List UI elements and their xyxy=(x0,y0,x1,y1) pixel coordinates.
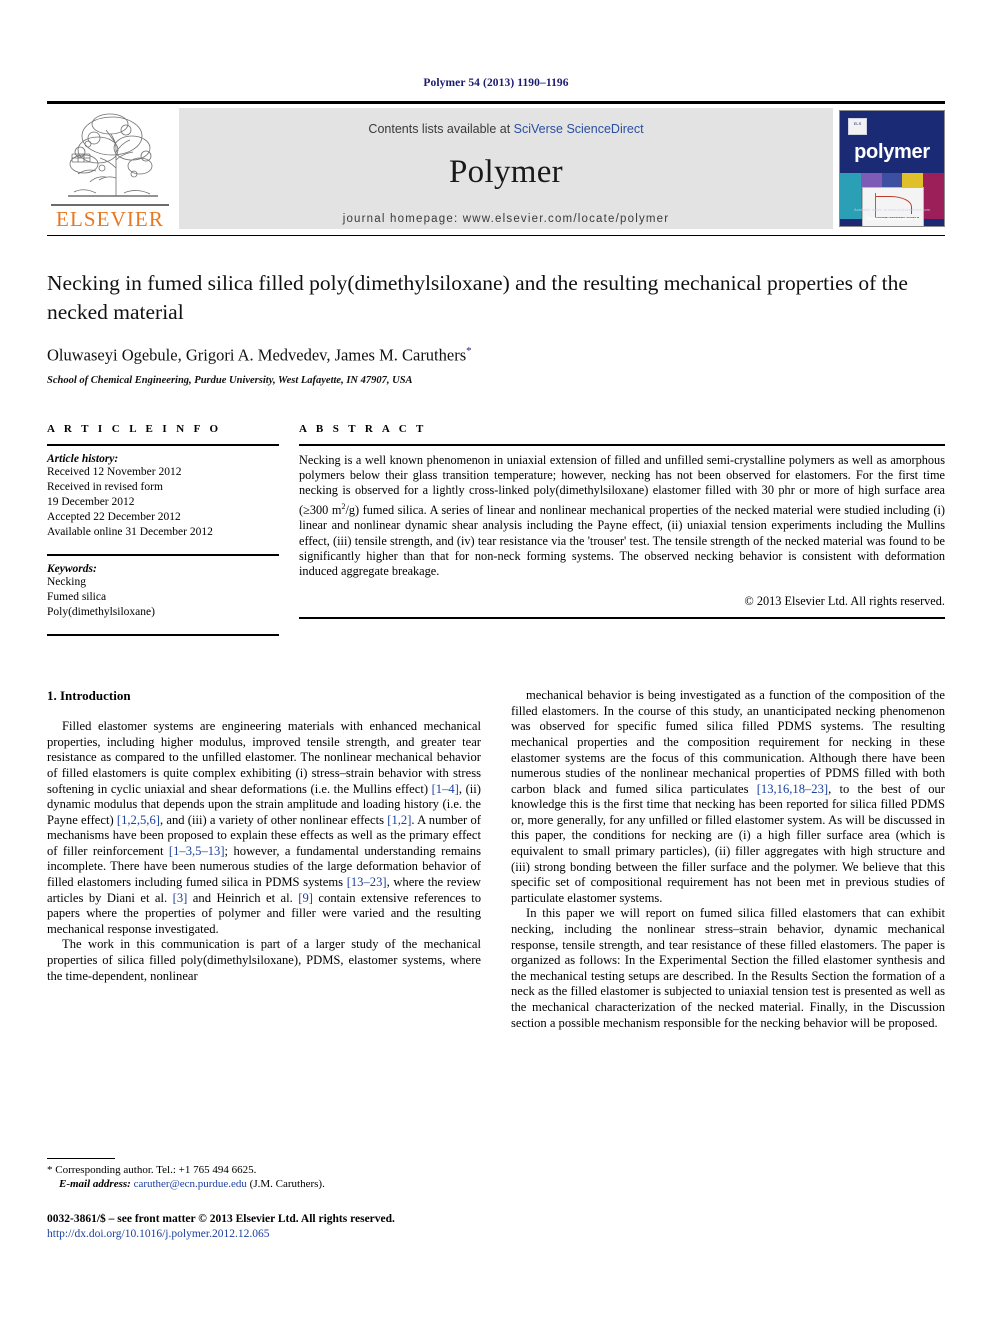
author-names: Oluwaseyi Ogebule, Grigori A. Medvedev, … xyxy=(47,345,467,365)
elsevier-wordmark: ELSEVIER xyxy=(56,206,164,231)
footnote-text: * Corresponding author. Tel.: +1 765 494… xyxy=(47,1163,479,1192)
cover-wordmark: polymer xyxy=(854,141,930,163)
body-column-right: mechanical behavior is being investigate… xyxy=(511,688,945,1031)
cover-caption-small: Available online at www.sciencedirect.co… xyxy=(854,208,930,212)
keyword-item[interactable]: Poly(dimethylsiloxane) xyxy=(47,605,279,620)
page-title: Necking in fumed silica filled poly(dime… xyxy=(47,271,908,324)
abstract-text: Necking is a well known phenomenon in un… xyxy=(299,453,945,580)
history-item: Received 12 November 2012 xyxy=(47,465,182,478)
history-item: Accepted 22 December 2012 xyxy=(47,511,181,524)
abstract-part-2: /g) fumed silica. A series of linear and… xyxy=(299,502,945,579)
abstract-bottom-rule xyxy=(299,616,945,619)
journal-title: Polymer xyxy=(449,154,563,190)
article-info-column: A R T I C L E I N F O Article history: R… xyxy=(47,423,279,637)
journal-masthead: ELSEVIER Contents lists available at Sci… xyxy=(47,101,945,235)
intro-left-paragraphs: Filled elastomer systems are engineering… xyxy=(47,719,481,984)
citation-link[interactable]: [1–3,5–13] xyxy=(169,844,225,858)
article-info-bottom-rule xyxy=(47,634,279,637)
paper-page: Polymer 54 (2013) 1190–1196 ELSEVIER Con… xyxy=(0,0,992,1323)
citation-link[interactable]: [1,2] xyxy=(387,813,411,827)
contents-available-line: Contents lists available at SciVerse Sci… xyxy=(179,108,833,136)
email-line: E-mail address: caruther@ecn.purdue.edu … xyxy=(47,1177,479,1191)
abstract-label: A B S T R A C T xyxy=(299,422,427,435)
abstract-column: A B S T R A C T Necking is a well known … xyxy=(299,423,945,637)
keywords-block: Keywords: Necking Fumed silica Poly(dime… xyxy=(47,563,279,627)
journal-homepage[interactable]: journal homepage: www.elsevier.com/locat… xyxy=(179,213,833,225)
email-owner: (J.M. Caruthers). xyxy=(249,1178,325,1191)
contents-prefix: Contents lists available at xyxy=(368,122,514,136)
article-history-title: Article history: xyxy=(47,452,119,465)
paragraph-text: and Heinrich et al. xyxy=(187,890,299,905)
page-footer: 0032-3861/$ – see front matter © 2013 El… xyxy=(47,1212,647,1242)
citation-link[interactable]: [1,2,5,6] xyxy=(117,813,160,827)
paragraph-text: Filled elastomer systems are engineering… xyxy=(47,719,481,796)
cover-caption-brand: SciVerse ScienceDirect xyxy=(866,216,918,221)
paragraph-text: , to the best of our knowledge this is t… xyxy=(511,781,946,905)
cover-logo-text: ELS xyxy=(853,121,862,126)
footnote-marker: * xyxy=(47,1164,53,1176)
corresponding-author-marker[interactable]: * xyxy=(466,345,472,357)
body-paragraph: Filled elastomer systems are engineering… xyxy=(47,719,481,937)
paragraph-text: The work in this communication is part o… xyxy=(47,937,481,983)
logo-divider xyxy=(51,204,169,206)
masthead-banner: Contents lists available at SciVerse Sci… xyxy=(179,108,833,229)
paragraph-text: , and (iii) a variety of other nonlinear… xyxy=(159,812,388,827)
citation-link[interactable]: [9] xyxy=(298,891,313,905)
keywords-title: Keywords: xyxy=(47,562,97,575)
intro-right-paragraphs: mechanical behavior is being investigate… xyxy=(511,688,945,1031)
corresponding-author-note: Corresponding author. Tel.: +1 765 494 6… xyxy=(55,1164,257,1176)
paragraph-text: mechanical behavior is being investigate… xyxy=(511,688,945,796)
affiliation: School of Chemical Engineering, Purdue U… xyxy=(47,374,413,386)
email-label: E-mail address: xyxy=(59,1178,131,1191)
footnote-rule xyxy=(47,1158,115,1159)
history-item: Available online 31 December 2012 xyxy=(47,526,213,539)
citation-link[interactable]: [1–4] xyxy=(432,782,459,796)
masthead-bottom-rule xyxy=(47,235,945,236)
body-paragraph: The work in this communication is part o… xyxy=(47,937,481,984)
running-head: Polymer 54 (2013) 1190–1196 xyxy=(423,77,569,89)
citation-link[interactable]: [13–23] xyxy=(347,875,387,889)
article-info-rule xyxy=(47,443,279,446)
body-columns: 1. Introduction Filled elastomer systems… xyxy=(47,688,945,1031)
citation-link[interactable]: [3] xyxy=(173,891,188,905)
sciencedirect-link[interactable]: SciVerse ScienceDirect xyxy=(514,122,644,136)
keywords-rule xyxy=(47,553,279,556)
cover-publisher-logo-icon: ELS xyxy=(848,118,867,135)
footnote-block: * Corresponding author. Tel.: +1 765 494… xyxy=(47,1158,479,1192)
history-item: 19 December 2012 xyxy=(47,495,135,508)
journal-cover-thumbnail[interactable]: ELS polymer Available online at www.scie… xyxy=(839,110,945,227)
keyword-item[interactable]: Fumed silica xyxy=(47,590,279,605)
info-abstract-block: A R T I C L E I N F O Article history: R… xyxy=(47,423,945,637)
body-paragraph: mechanical behavior is being investigate… xyxy=(511,688,945,906)
keyword-item[interactable]: Necking xyxy=(47,575,279,590)
elsevier-logo: ELSEVIER xyxy=(47,104,173,235)
doi-link[interactable]: http://dx.doi.org/10.1016/j.polymer.2012… xyxy=(47,1228,269,1240)
email-link[interactable]: caruther@ecn.purdue.edu xyxy=(134,1178,247,1190)
cover-swatch-1 xyxy=(840,173,861,219)
body-paragraph: In this paper we will report on fumed si… xyxy=(511,906,945,1031)
citation-link[interactable]: [13,16,18–23] xyxy=(757,782,828,796)
elsevier-tree-icon xyxy=(68,113,158,197)
author-list: Oluwaseyi Ogebule, Grigori A. Medvedev, … xyxy=(47,345,945,366)
issn-line: 0032-3861/$ – see front matter © 2013 El… xyxy=(47,1213,395,1225)
body-column-left: 1. Introduction Filled elastomer systems… xyxy=(47,688,481,1031)
paragraph-text: In this paper we will report on fumed si… xyxy=(511,906,945,1030)
history-item: Received in revised form xyxy=(47,480,163,493)
abstract-rule xyxy=(299,443,945,446)
cover-swatch-5 xyxy=(923,173,944,219)
abstract-copyright: © 2013 Elsevier Ltd. All rights reserved… xyxy=(744,593,945,608)
cover-inset-chart xyxy=(862,187,924,226)
section-heading-introduction: 1. Introduction xyxy=(47,688,131,704)
article-info-label: A R T I C L E I N F O xyxy=(47,422,222,435)
